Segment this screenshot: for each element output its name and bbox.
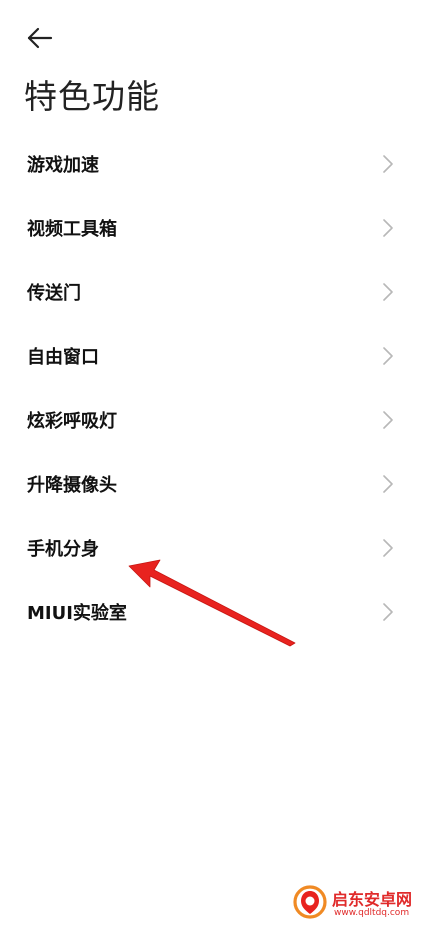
menu-item-label: MIUI实验室 xyxy=(27,603,127,624)
chevron-right-icon xyxy=(383,219,393,237)
menu-item-label: 视频工具箱 xyxy=(27,219,117,240)
menu-item-video-toolbox[interactable]: 视频工具箱 xyxy=(0,196,421,260)
menu-item-breathing-light[interactable]: 炫彩呼吸灯 xyxy=(0,388,421,452)
chevron-right-icon xyxy=(383,155,393,173)
menu-item-label: 传送门 xyxy=(27,283,81,304)
chevron-right-icon xyxy=(383,475,393,493)
menu-item-second-space[interactable]: 手机分身 xyxy=(0,516,421,580)
menu-item-label: 自由窗口 xyxy=(27,347,99,368)
menu-item-free-window[interactable]: 自由窗口 xyxy=(0,324,421,388)
back-button[interactable] xyxy=(24,24,56,52)
arrow-left-icon xyxy=(27,27,53,49)
chevron-right-icon xyxy=(383,603,393,621)
watermark-title: 启东安卓网 xyxy=(332,890,413,909)
chevron-right-icon xyxy=(383,283,393,301)
menu-item-label: 升降摄像头 xyxy=(27,475,117,496)
watermark: 启东安卓网 www.qdltdq.com xyxy=(288,884,416,924)
menu-item-popup-camera[interactable]: 升降摄像头 xyxy=(0,452,421,516)
chevron-right-icon xyxy=(383,347,393,365)
menu-item-label: 炫彩呼吸灯 xyxy=(27,411,117,432)
menu-item-game-boost[interactable]: 游戏加速 xyxy=(0,132,421,196)
menu-item-miui-lab[interactable]: MIUI实验室 xyxy=(0,580,421,644)
watermark-logo xyxy=(293,885,327,919)
chevron-right-icon xyxy=(383,411,393,429)
menu-item-portal[interactable]: 传送门 xyxy=(0,260,421,324)
feature-menu-list: 游戏加速 视频工具箱 传送门 自由窗口 炫彩呼吸灯 升降摄像头 手机分身 MIU… xyxy=(0,132,421,644)
chevron-right-icon xyxy=(383,539,393,557)
menu-item-label: 手机分身 xyxy=(27,539,99,560)
watermark-url: www.qdltdq.com xyxy=(334,908,410,918)
menu-item-label: 游戏加速 xyxy=(27,155,99,176)
page-title: 特色功能 xyxy=(24,77,160,116)
